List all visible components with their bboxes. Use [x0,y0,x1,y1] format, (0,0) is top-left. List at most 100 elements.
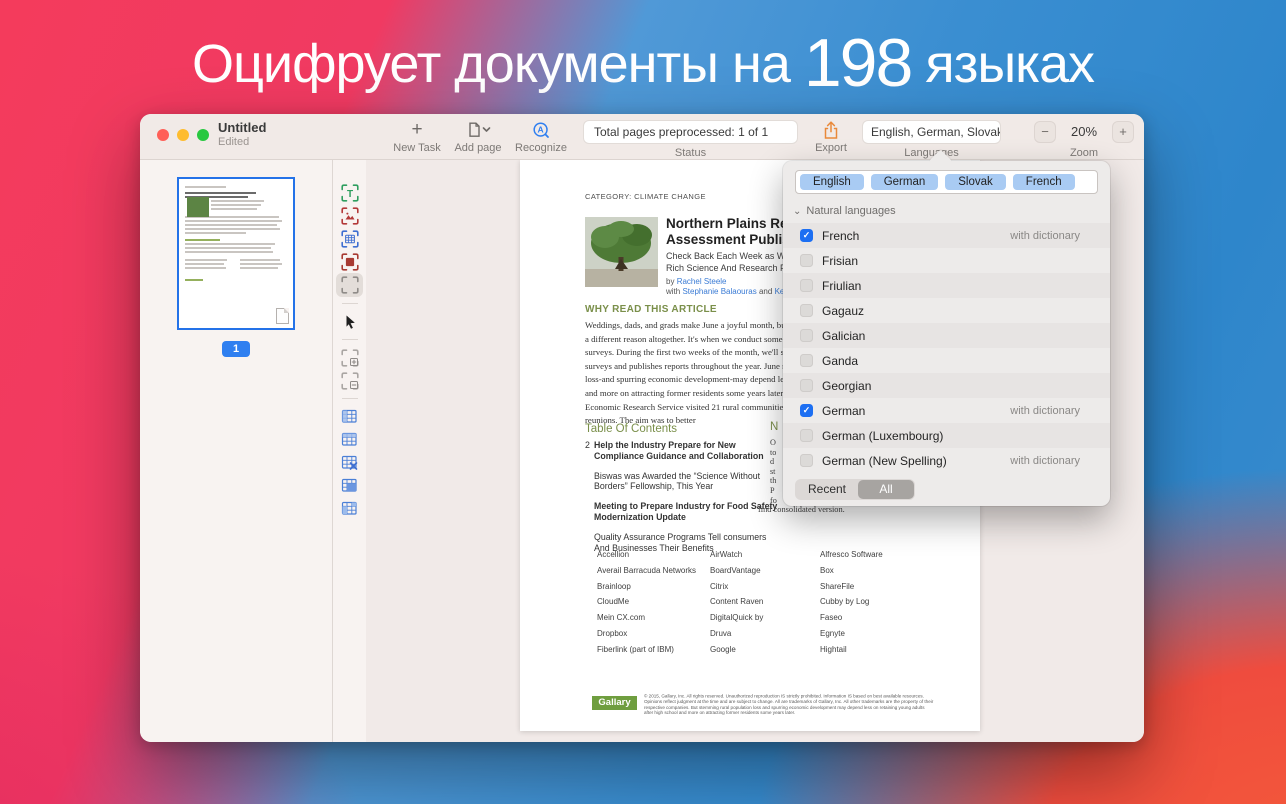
page-number-badge: 1 [222,341,250,357]
company-name: Alfresco Software [820,550,942,566]
add-page-button[interactable]: Add page [445,119,511,154]
company-name: Mein CX.com [597,613,710,629]
app-window: Untitled Edited + New Task Add page A Re… [140,114,1144,742]
language-row[interactable]: Galician [783,323,1110,348]
checkbox-unchecked[interactable] [800,354,813,367]
checkbox-checked[interactable]: ✓ [800,404,813,417]
company-name: DigitalQuick by [710,613,820,629]
fullscreen-button[interactable] [197,129,209,141]
page-thumbnail[interactable] [177,177,295,330]
language-row[interactable]: German (New Spelling)with dictionary [783,448,1110,473]
split-columns-icon[interactable] [336,405,363,428]
checkbox-unchecked[interactable] [800,254,813,267]
language-row[interactable]: Gagauz [783,298,1110,323]
window-subtitle: Edited [218,136,266,148]
close-button[interactable] [157,129,169,141]
language-row[interactable]: Georgian [783,373,1110,398]
why-read-heading: WHY READ THIS ARTICLE [585,304,717,315]
language-row[interactable]: ✓Frenchwith dictionary [783,223,1110,248]
status-field: Total pages preprocessed: 1 of 1 [583,120,798,144]
zoom-in-button[interactable]: + [1112,121,1134,143]
zoom-out-button[interactable]: − [1034,121,1056,143]
company-name: BoardVantage [710,566,820,582]
company-name: Dropbox [597,629,710,645]
add-to-area-icon[interactable] [336,346,363,369]
thumbnail-tree-image [187,197,209,217]
checkbox-unchecked[interactable] [800,454,813,467]
recent-tab[interactable]: Recent [796,480,858,499]
toc-list: 2Help the Industry Prepare for NewCompli… [585,440,801,563]
split-cells-icon[interactable] [336,497,363,520]
languages-field[interactable]: English, German, Slovak, Fren... [862,120,1001,144]
company-name: Box [820,566,942,582]
selected-languages-field[interactable]: English German Slovak French [795,170,1098,194]
company-name: Egnyte [820,629,942,645]
plus-icon: + [411,121,422,139]
language-name: German (New Spelling) [822,454,1010,468]
export-button[interactable]: Export [805,119,857,154]
company-name: AirWatch [710,550,820,566]
recognize-icon: A [508,119,574,141]
cursor-icon[interactable] [336,310,363,333]
remove-cells-icon[interactable] [336,451,363,474]
tool-separator [342,398,358,399]
checkbox-unchecked[interactable] [800,329,813,342]
background-picture-icon[interactable] [336,250,363,273]
add-page-icon [445,119,511,141]
split-rows-icon[interactable] [336,428,363,451]
picture-area-icon[interactable] [336,204,363,227]
company-name: Cubby by Log [820,597,942,613]
popover-footer: Recent All [783,473,1110,506]
zoom-label: Zoom [1034,147,1134,159]
merge-cells-icon[interactable] [336,474,363,497]
language-tag[interactable]: Slovak [945,174,1006,190]
toc-item: Biswas was Awarded the “Science WithoutB… [585,471,801,492]
checkbox-unchecked[interactable] [800,279,813,292]
body-line: surveys. During the first two weeks of t… [585,346,815,360]
language-name: Friulian [822,279,1110,293]
window-title-block: Untitled Edited [218,120,266,148]
company-name: Brainloop [597,582,710,598]
table-area-icon[interactable] [336,227,363,250]
text-area-icon[interactable]: T [336,181,363,204]
toc-item: 2Help the Industry Prepare for NewCompli… [585,440,801,461]
company-name: Fiberlink (part of IBM) [597,645,710,661]
language-tag[interactable]: French [1013,174,1075,190]
new-task-button[interactable]: + New Task [380,119,454,154]
company-name: Faseo [820,613,942,629]
subtract-from-area-icon[interactable] [336,369,363,392]
all-tab[interactable]: All [858,480,914,499]
minimize-button[interactable] [177,129,189,141]
checkbox-unchecked[interactable] [800,379,813,392]
recognize-button[interactable]: A Recognize [508,119,574,154]
natural-languages-section[interactable]: ⌄Natural languages [793,205,896,217]
zoom-value: 20% [1058,120,1110,144]
company-name: Hightail [820,645,942,661]
body-line: a different reason altogether. It's when… [585,333,815,347]
recognition-area-icon[interactable] [336,273,363,297]
company-name: Google [710,645,820,661]
language-name: German [822,404,1010,418]
language-row[interactable]: ✓Germanwith dictionary [783,398,1110,423]
page-corner-icon [276,308,289,324]
traffic-lights [157,129,209,141]
company-name: Citrix [710,582,820,598]
language-name: French [822,229,1010,243]
language-row[interactable]: Friulian [783,273,1110,298]
language-row[interactable]: Frisian [783,248,1110,273]
language-row[interactable]: Ganda [783,348,1110,373]
language-row[interactable]: German (Luxembourg) [783,423,1110,448]
language-name: Gagauz [822,304,1110,318]
fineprint: © 2015, Gallary, Inc. All rights reserve… [644,694,947,716]
checkbox-unchecked[interactable] [800,304,813,317]
checkbox-checked[interactable]: ✓ [800,229,813,242]
language-tag[interactable]: German [871,174,939,190]
language-list: ✓Frenchwith dictionaryFrisianFriulianGag… [783,223,1110,473]
second-column-last-line: find consolidated version. [758,505,845,514]
companies-table: AccellionAirWatchAlfresco SoftwareAverai… [597,550,942,661]
language-tag[interactable]: English [800,174,864,190]
language-name: Frisian [822,254,1110,268]
checkbox-unchecked[interactable] [800,429,813,442]
thumbnail-panel: 1 [140,160,333,742]
hero-headline: Оцифрует документы на 198 языках [0,24,1286,102]
